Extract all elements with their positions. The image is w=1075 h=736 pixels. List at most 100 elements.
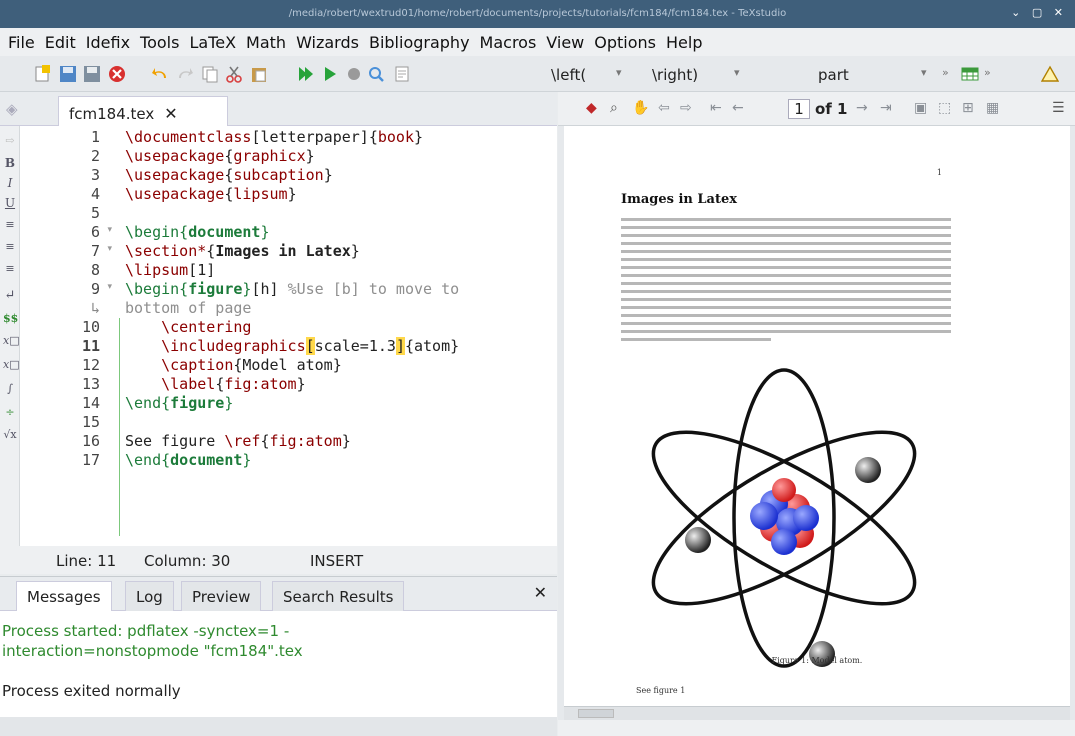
align-center-icon[interactable]: ≡ (3, 240, 17, 253)
code-line[interactable]: See figure \ref{fig:atom} (125, 432, 351, 450)
scrollbar-thumb[interactable] (578, 709, 614, 718)
last-page-icon[interactable]: ⇥ (880, 100, 892, 116)
redo-icon[interactable] (175, 64, 195, 84)
warning-icon[interactable] (1040, 64, 1060, 84)
line-number: 14 (81, 394, 100, 412)
fraction-icon[interactable]: ∫ (3, 382, 17, 395)
menu-view[interactable]: View (546, 33, 584, 52)
menu-options[interactable]: Options (594, 33, 656, 52)
close-icon[interactable]: ✕ (164, 104, 177, 123)
save-icon[interactable] (58, 64, 78, 84)
tab-messages[interactable]: Messages (16, 581, 112, 611)
code-line[interactable]: \centering (125, 318, 251, 336)
table-icon[interactable] (960, 64, 980, 84)
newline-icon[interactable]: ↵ (3, 288, 17, 303)
menu-macros[interactable]: Macros (480, 33, 537, 52)
fold-toggle-icon[interactable]: ▾ (107, 225, 112, 235)
chevron-down-icon[interactable]: ▾ (734, 66, 740, 79)
math-inline-icon[interactable]: $$ (3, 312, 18, 325)
italic-icon[interactable]: I (3, 176, 17, 190)
fold-toggle-icon[interactable]: ▾ (107, 282, 112, 292)
code-line[interactable]: \usepackage{lipsum} (125, 185, 297, 203)
menu-tools[interactable]: Tools (140, 33, 179, 52)
menu-idefix[interactable]: Idefix (86, 33, 130, 52)
tab-preview[interactable]: Preview (181, 581, 262, 611)
more-tools-icon[interactable]: » (942, 66, 949, 79)
structure-select[interactable]: part (818, 66, 849, 84)
new-file-icon[interactable] (32, 64, 52, 84)
status-mode[interactable]: INSERT (310, 552, 363, 570)
sqrt-icon[interactable]: √x (3, 428, 17, 441)
cut-icon[interactable] (224, 64, 244, 84)
code-line[interactable]: \end{document} (125, 451, 251, 469)
bookmark-icon[interactable]: ◆ (586, 100, 597, 116)
hand-icon[interactable]: ✋ (632, 100, 649, 116)
lorem-text-line (621, 258, 951, 261)
fold-toggle-icon[interactable]: ▾ (107, 244, 112, 254)
code-line[interactable]: \documentclass[letterpaper]{book} (125, 128, 423, 146)
view-pdf-icon[interactable] (366, 64, 386, 84)
zoom-icon[interactable]: ⊞ (962, 100, 974, 116)
superscript-icon[interactable]: x□ (3, 358, 20, 371)
menu-latex[interactable]: LaTeX (189, 33, 236, 52)
tab-search-results[interactable]: Search Results (272, 581, 405, 611)
grid-view-icon[interactable]: ▦ (986, 100, 999, 116)
code-line[interactable]: \usepackage{subcaption} (125, 166, 333, 184)
forward-arrow-icon[interactable]: ⇨ (3, 134, 17, 147)
code-line[interactable]: \begin{document} (125, 223, 270, 241)
chevron-down-icon[interactable]: ▾ (616, 66, 622, 79)
bold-icon[interactable]: B (3, 156, 17, 170)
menu-file[interactable]: File (8, 33, 35, 52)
code-line[interactable]: \end{figure} (125, 394, 233, 412)
build-view-icon[interactable] (296, 64, 316, 84)
align-left-icon[interactable]: ≡ (3, 218, 17, 231)
view-log-icon[interactable] (392, 64, 412, 84)
code-line[interactable]: \includegraphics[scale=1.3]{atom} (125, 337, 459, 355)
search-icon[interactable]: ⌕ (610, 100, 618, 116)
back-arrow-icon[interactable]: ◈ (6, 100, 18, 118)
forward-icon[interactable]: ⇨ (680, 100, 692, 116)
save-all-icon[interactable] (82, 64, 102, 84)
back-icon[interactable]: ⇦ (658, 100, 670, 116)
stop-icon[interactable] (344, 64, 364, 84)
code-editor[interactable]: \documentclass[letterpaper]{book} \usepa… (120, 126, 557, 546)
fit-width-icon[interactable]: ⬚ (938, 100, 951, 116)
copy-icon[interactable] (200, 64, 220, 84)
code-line[interactable]: \section*{Images in Latex} (125, 242, 360, 260)
right-delimiter-select[interactable]: \right) (652, 66, 698, 84)
code-line[interactable]: \usepackage{graphicx} (125, 147, 315, 165)
tab-fcm184[interactable]: fcm184.tex ✕ (58, 96, 228, 126)
prev-page-icon[interactable]: ← (732, 100, 744, 116)
horizontal-scrollbar[interactable] (564, 706, 1070, 720)
menu-math[interactable]: Math (246, 33, 286, 52)
compile-icon[interactable] (320, 64, 340, 84)
first-page-icon[interactable]: ⇤ (710, 100, 722, 116)
next-page-icon[interactable]: → (856, 100, 868, 116)
menu-icon[interactable]: ☰ (1052, 100, 1065, 116)
underline-icon[interactable]: U (3, 196, 17, 210)
code-line[interactable]: \caption{Model atom} (125, 356, 342, 374)
menu-edit[interactable]: Edit (45, 33, 76, 52)
more-tools-icon[interactable]: » (984, 66, 991, 79)
frac-icon[interactable]: ÷ (3, 406, 17, 419)
chevron-down-icon[interactable]: ▾ (921, 66, 927, 79)
tab-log[interactable]: Log (125, 581, 174, 611)
fit-page-icon[interactable]: ▣ (914, 100, 927, 116)
code-line[interactable]: bottom of page (125, 299, 251, 317)
close-icon[interactable]: ✕ (534, 583, 547, 602)
window-controls[interactable]: ⌄ ▢ ✕ (1011, 6, 1067, 19)
close-file-icon[interactable] (107, 64, 127, 84)
paste-icon[interactable] (249, 64, 269, 84)
code-line[interactable]: \lipsum[1] (125, 261, 215, 279)
menu-bibliography[interactable]: Bibliography (369, 33, 470, 52)
undo-icon[interactable] (150, 64, 170, 84)
pdf-page[interactable]: 1 Images in Latex Figure 1: Model atom. … (564, 126, 1070, 706)
menu-help[interactable]: Help (666, 33, 702, 52)
left-delimiter-select[interactable]: \left( (551, 66, 586, 84)
menu-wizards[interactable]: Wizards (296, 33, 359, 52)
code-line[interactable]: \begin{figure}[h] %Use [b] to move to (125, 280, 459, 298)
code-line[interactable]: \label{fig:atom} (125, 375, 306, 393)
page-number-input[interactable]: 1 (788, 99, 810, 119)
align-right-icon[interactable]: ≡ (3, 262, 17, 275)
subscript-icon[interactable]: x□ (3, 334, 20, 347)
